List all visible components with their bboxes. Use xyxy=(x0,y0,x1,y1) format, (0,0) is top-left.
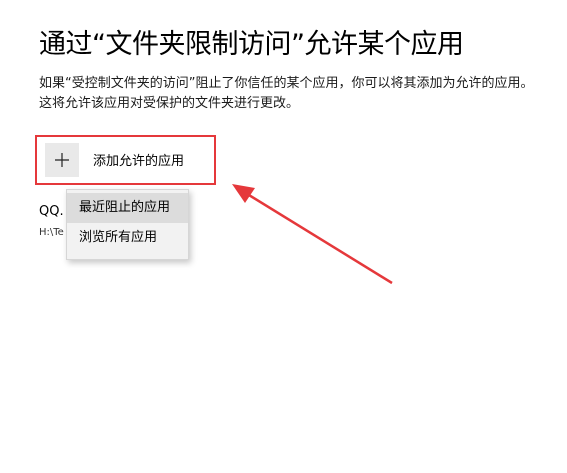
page-description: 如果“受控制文件夹的访问”阻止了你信任的某个应用，你可以将其添加为允许的应用。这… xyxy=(39,76,534,111)
allowed-app-name[interactable]: QQ. xyxy=(39,204,64,219)
page: 通过“文件夹限制访问”允许某个应用 如果“受控制文件夹的访问”阻止了你信任的某个… xyxy=(0,0,567,473)
menu-item-recently-blocked-apps[interactable]: 最近阻止的应用 xyxy=(67,193,188,223)
menu-item-browse-all-apps[interactable]: 浏览所有应用 xyxy=(67,223,188,253)
page-title: 通过“文件夹限制访问”允许某个应用 xyxy=(39,29,464,60)
annotation-highlight-box xyxy=(35,135,216,185)
allowed-app-path: H:\Te xyxy=(39,227,64,238)
add-app-dropdown-menu: 最近阻止的应用 浏览所有应用 xyxy=(66,189,189,260)
